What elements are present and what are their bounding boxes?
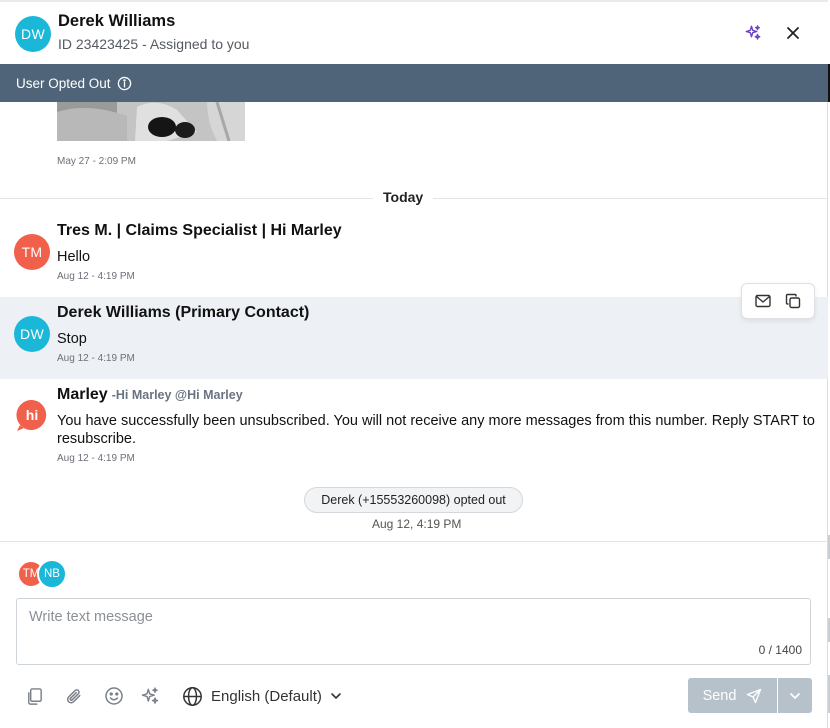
message-timestamp: Aug 12 - 4:19 PM	[57, 453, 135, 464]
templates-icon[interactable]	[22, 684, 46, 708]
info-icon[interactable]	[117, 76, 132, 91]
send-options-button[interactable]	[777, 678, 812, 713]
ai-sparkle-icon[interactable]	[138, 684, 162, 708]
avatar[interactable]: DW	[15, 16, 51, 52]
message-text: You have successfully been unsubscribed.…	[57, 413, 815, 447]
message-actions	[741, 283, 815, 319]
contact-subtitle: ID 23423425 - Assigned to you	[58, 36, 250, 52]
paperclip-icon[interactable]	[62, 684, 86, 708]
image-attachment[interactable]	[57, 102, 245, 141]
send-icon	[747, 688, 762, 703]
language-selector[interactable]: English (Default)	[182, 684, 342, 708]
sender-subtitle: -Hi Marley @Hi Marley	[111, 388, 243, 402]
sparkle-icon[interactable]	[742, 22, 764, 44]
conversation-panel: DW Derek Williams ID 23423425 - Assigned…	[0, 0, 828, 728]
chevron-down-icon	[331, 693, 341, 700]
message-sender: Marley -Hi Marley @Hi Marley	[57, 386, 243, 404]
message-text: Stop	[57, 331, 87, 347]
message-input[interactable]	[17, 599, 810, 664]
event-timestamp: Aug 12, 4:19 PM	[372, 517, 462, 531]
language-label: English (Default)	[211, 687, 322, 705]
message-input-box: 0 / 1400	[16, 598, 811, 665]
emoji-icon[interactable]	[102, 684, 126, 708]
avatar: TM	[14, 234, 50, 270]
chevron-down-icon	[790, 692, 800, 699]
message-timestamp: Aug 12 - 4:19 PM	[57, 353, 135, 364]
contact-name[interactable]: Derek Williams	[58, 12, 175, 31]
banner-text: User Opted Out	[16, 75, 111, 91]
message-timestamp: Aug 12 - 4:19 PM	[57, 271, 135, 282]
avatar: DW	[14, 316, 50, 352]
send-button[interactable]: Send	[688, 678, 777, 713]
conversation-header: DW Derek Williams ID 23423425 - Assigned…	[0, 0, 828, 64]
opted-out-banner: User Opted Out	[0, 64, 828, 102]
mail-icon[interactable]	[752, 290, 774, 312]
date-divider-label: Today	[373, 189, 434, 205]
close-icon[interactable]	[782, 22, 804, 44]
globe-icon	[183, 686, 202, 706]
sender-name: Marley	[57, 386, 108, 403]
message-sender: Tres M. | Claims Specialist | Hi Marley	[57, 222, 342, 239]
participant-avatar[interactable]: NB	[37, 559, 67, 589]
message-text: Hello	[57, 249, 91, 265]
message-sender: Derek Williams (Primary Contact)	[57, 304, 310, 321]
opt-out-event-pill: Derek (+15553260098) opted out	[304, 487, 523, 513]
composer-divider	[0, 541, 828, 542]
copy-icon[interactable]	[782, 290, 804, 312]
message-timestamp: May 27 - 2:09 PM	[57, 156, 136, 167]
hi-marley-logo-text: hi	[26, 407, 38, 423]
hi-marley-logo: hi	[14, 398, 50, 434]
send-label: Send	[702, 687, 737, 704]
character-counter: 0 / 1400	[758, 643, 802, 657]
